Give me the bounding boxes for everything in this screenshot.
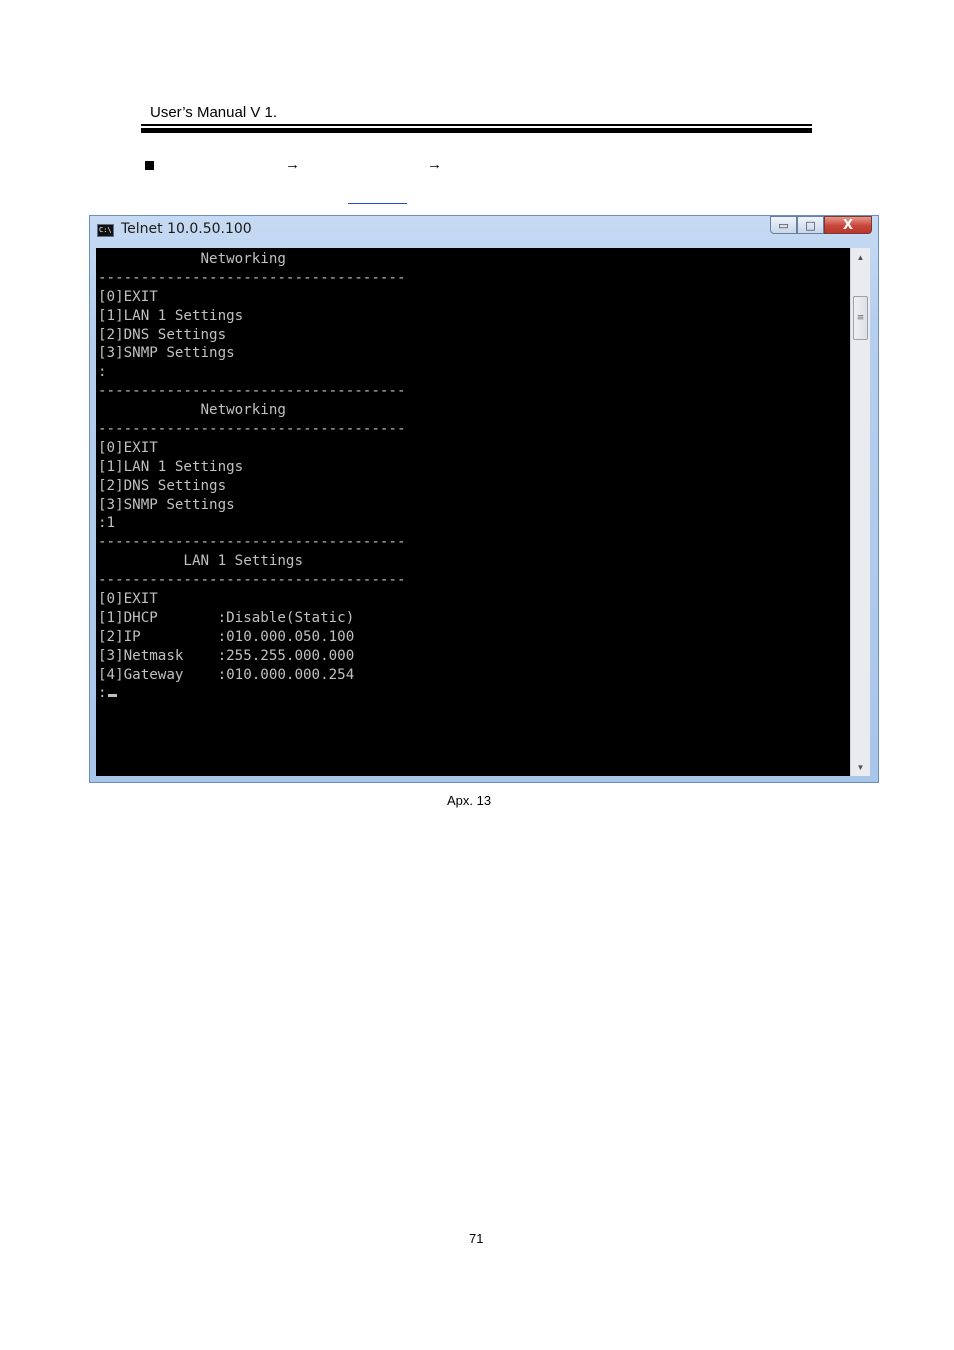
console-line: ------------------------------------: [98, 383, 406, 400]
console-line: [3]SNMP Settings: [98, 345, 235, 362]
console-line: [1]LAN 1 Settings: [98, 307, 244, 324]
hyperlink[interactable]: [348, 203, 407, 204]
vertical-scrollbar[interactable]: ▲ ≡ ▼: [850, 248, 870, 776]
bullet-icon: [145, 161, 154, 170]
header-rule-thick: [141, 128, 812, 133]
console-line: [4]Gateway :010.000.000.254: [98, 666, 355, 683]
scroll-up-icon[interactable]: ▲: [851, 248, 870, 266]
console-line: ------------------------------------: [98, 421, 406, 438]
console-lines: Networking ------------------------------…: [98, 250, 406, 703]
window-title: Telnet 10.0.50.100: [121, 221, 252, 237]
console-line: [1]DHCP :Disable(Static): [98, 609, 355, 626]
scroll-down-icon[interactable]: ▼: [851, 758, 870, 776]
console-line: Networking: [98, 251, 286, 267]
caption-buttons: ▭ □ X: [770, 216, 872, 234]
console-line: [3]SNMP Settings: [98, 496, 235, 513]
arrow-right-icon: →: [285, 156, 300, 173]
console-line: LAN 1 Settings: [98, 553, 303, 570]
console-app-icon: C:\: [97, 224, 114, 237]
console-line: [0]EXIT: [98, 288, 158, 305]
console-line: [0]EXIT: [98, 591, 158, 608]
console-line: :1: [98, 515, 116, 532]
title-bar[interactable]: C:\ Telnet 10.0.50.100 ▭ □ X: [90, 216, 878, 246]
page-number: 71: [469, 1231, 484, 1246]
arrow-right-icon: →: [427, 156, 442, 173]
console-line: [0]EXIT: [98, 439, 158, 456]
console-line: ------------------------------------: [98, 534, 406, 551]
console-line: [1]LAN 1 Settings: [98, 458, 244, 475]
console-line: :: [98, 364, 107, 381]
console-line: [2]IP :010.000.050.100: [98, 628, 355, 645]
maximize-button[interactable]: □: [797, 216, 824, 234]
console-line: ------------------------------------: [98, 572, 406, 589]
scroll-thumb[interactable]: ≡: [853, 296, 868, 340]
console-line: [3]Netmask :255.255.000.000: [98, 647, 355, 664]
header-title: User’s Manual V 1.: [150, 104, 278, 121]
console-line: [2]DNS Settings: [98, 326, 227, 343]
console-line: ------------------------------------: [98, 269, 406, 286]
text-cursor: [107, 694, 117, 698]
console-line: Networking: [98, 402, 286, 419]
console-output[interactable]: Networking ------------------------------…: [96, 248, 850, 776]
telnet-window: C:\ Telnet 10.0.50.100 ▭ □ X Networking -…: [89, 215, 879, 783]
console-line: :: [98, 684, 406, 703]
close-button[interactable]: X: [824, 216, 872, 234]
console-line: [2]DNS Settings: [98, 477, 227, 494]
figure-caption: Apx. 13: [447, 793, 492, 808]
minimize-button[interactable]: ▭: [770, 216, 797, 234]
header-rule-thin: [141, 124, 812, 126]
